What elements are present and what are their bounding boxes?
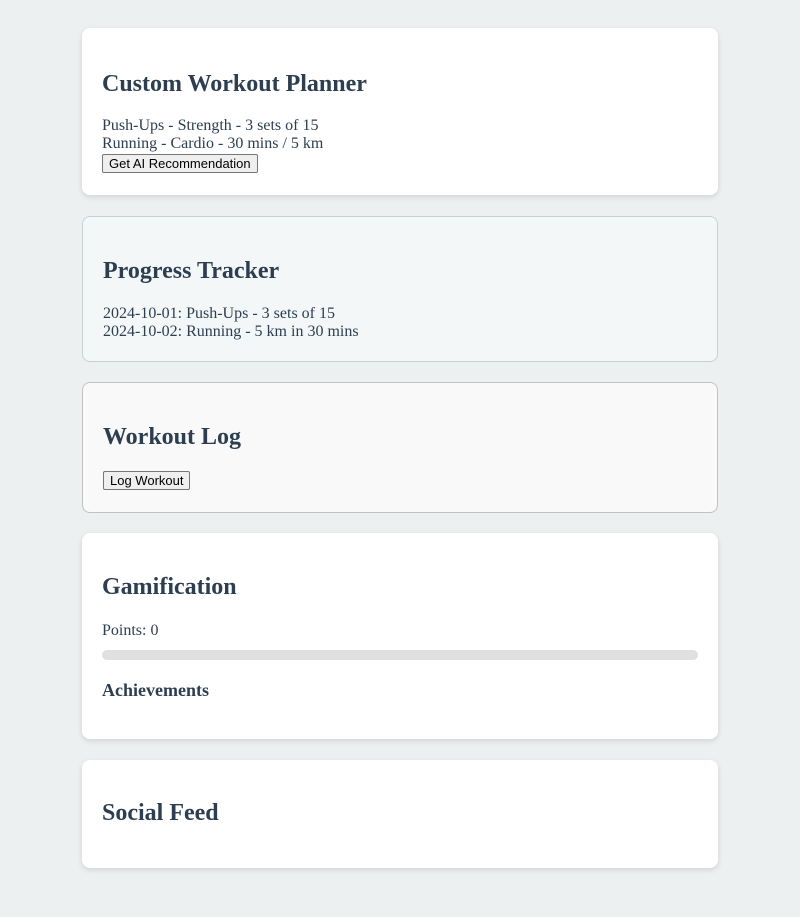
workout-item: Running - Cardio - 30 mins / 5 km	[102, 135, 324, 152]
points-progress-bar	[102, 650, 698, 660]
social-feed-card: Social Feed	[82, 760, 718, 868]
gamification-card: Gamification Points: 0 Achievements	[82, 533, 718, 739]
achievements-title: Achievements	[102, 680, 209, 700]
log-workout-button[interactable]: Log Workout	[103, 471, 191, 490]
ai-recommendation-button[interactable]: Get AI Recommendation	[102, 154, 258, 173]
progress-entry: 2024-10-02: Running - 5 km in 30 mins	[103, 323, 359, 340]
gamification-title: Gamification	[102, 574, 237, 600]
workout-planner-card: Custom Workout Planner Push-Ups - Streng…	[82, 28, 718, 195]
progress-tracker-card: Progress Tracker 2024-10-01: Push-Ups - …	[82, 216, 718, 362]
workout-item: Push-Ups - Strength - 3 sets of 15	[102, 117, 319, 134]
progress-tracker-title: Progress Tracker	[103, 258, 280, 284]
workout-planner-title: Custom Workout Planner	[102, 71, 367, 97]
workout-log-card: Workout Log Log Workout	[82, 382, 718, 513]
points-label: Points: 0	[102, 622, 159, 639]
workout-log-title: Workout Log	[103, 424, 242, 450]
social-feed-title: Social Feed	[102, 800, 219, 826]
progress-entry: 2024-10-01: Push-Ups - 3 sets of 15	[103, 305, 335, 322]
